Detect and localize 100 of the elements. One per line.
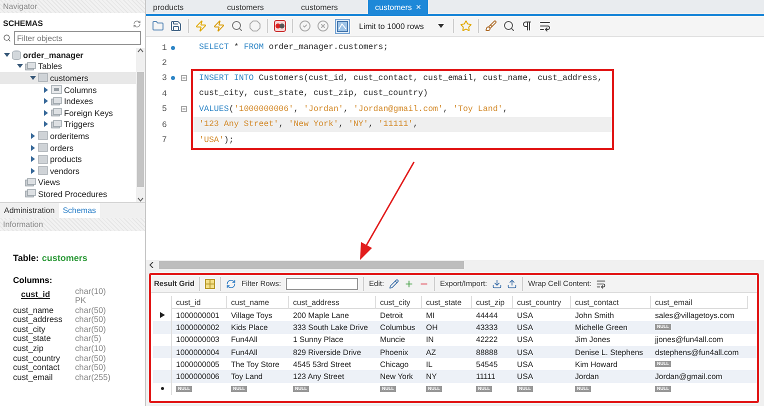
tree-label[interactable]: customers bbox=[50, 72, 88, 83]
search-icon bbox=[3, 34, 11, 42]
filter-rows-field[interactable] bbox=[286, 278, 358, 290]
tree-label[interactable]: Tables bbox=[38, 61, 62, 72]
folder-icon bbox=[25, 178, 36, 187]
tree-item[interactable]: order_manager bbox=[0, 49, 136, 61]
expander-icon[interactable] bbox=[4, 52, 10, 58]
pilcrow-icon[interactable] bbox=[520, 20, 533, 32]
line-number: 6 bbox=[160, 120, 167, 130]
folder-icon bbox=[25, 62, 36, 71]
edit-icon[interactable] bbox=[389, 278, 400, 288]
column-name: cust_address bbox=[13, 315, 64, 325]
column-type: char(10) bbox=[75, 344, 107, 354]
folder-icon bbox=[25, 189, 36, 198]
add-row-icon[interactable] bbox=[404, 278, 414, 288]
column-name: cust_country bbox=[13, 354, 62, 364]
expander-icon[interactable] bbox=[30, 74, 36, 81]
line-number: 2 bbox=[160, 58, 167, 68]
tree-item[interactable]: vendors bbox=[0, 164, 136, 177]
limit-select[interactable]: Limit to 1000 rows bbox=[356, 19, 447, 33]
tree-item[interactable]: Indexes bbox=[0, 95, 136, 107]
tree-item[interactable]: Columns bbox=[0, 84, 136, 96]
tab-label[interactable]: customers bbox=[227, 2, 264, 12]
column-name: cust_name bbox=[13, 306, 55, 316]
code-line: cust_city, cust_state, cust_zip, cust_country) bbox=[198, 88, 430, 100]
wrap-icon[interactable] bbox=[538, 20, 551, 32]
toggle-button[interactable] bbox=[335, 18, 350, 34]
close-icon[interactable]: × bbox=[416, 2, 422, 12]
editor-tab[interactable]: customers × bbox=[368, 0, 428, 14]
tree-item[interactable]: Stored Procedures bbox=[0, 188, 136, 200]
grid-icon[interactable] bbox=[205, 278, 216, 288]
section-title: SCHEMAS bbox=[3, 19, 44, 28]
refresh-icon[interactable] bbox=[133, 20, 141, 28]
panel-tab[interactable]: Administration bbox=[0, 202, 59, 218]
magnifier-icon[interactable] bbox=[231, 20, 243, 32]
tree-item[interactable]: orderitems bbox=[0, 130, 136, 142]
column-type: char(50) bbox=[75, 306, 107, 316]
star-icon[interactable] bbox=[460, 20, 472, 32]
folder-icon bbox=[51, 120, 62, 129]
line-number: 1 bbox=[160, 42, 167, 53]
code-line: INSERT INTO Customers(cust_id, cust_contact, cust_email, cust_name, cust_address, bbox=[198, 72, 604, 85]
tab-label[interactable]: customers bbox=[375, 2, 412, 12]
editor-tab[interactable]: customers bbox=[294, 0, 368, 14]
import-icon[interactable] bbox=[507, 278, 518, 288]
tree-label[interactable]: vendors bbox=[50, 166, 80, 176]
filter-field[interactable]: Filter objects bbox=[14, 31, 141, 45]
dropdown-caret-icon[interactable] bbox=[438, 24, 444, 28]
fold-icon[interactable] bbox=[180, 75, 186, 82]
wrap-icon[interactable] bbox=[596, 278, 606, 288]
toggle-icon[interactable] bbox=[274, 20, 286, 32]
tree-item[interactable]: Tables bbox=[0, 60, 136, 72]
tree-label[interactable]: order_manager bbox=[23, 50, 84, 60]
column-type: char(50) bbox=[75, 363, 107, 373]
tree-item[interactable]: Views bbox=[0, 176, 136, 188]
tree-label[interactable]: Views bbox=[38, 177, 60, 188]
info-label: Table: bbox=[13, 252, 39, 262]
code-line: 'USA'); bbox=[198, 134, 235, 147]
key-label: PK bbox=[75, 296, 86, 306]
scroll-left-icon[interactable] bbox=[149, 262, 154, 268]
save-icon[interactable] bbox=[170, 20, 182, 32]
panel-title: Navigator bbox=[3, 2, 38, 11]
tab-label[interactable]: customers bbox=[301, 2, 338, 12]
folder-icon[interactable] bbox=[152, 20, 164, 32]
code-line: SELECT * FROM order_manager.customers; bbox=[198, 42, 390, 54]
column-type: char(255) bbox=[75, 372, 112, 382]
tree-item[interactable]: Foreign Keys bbox=[0, 106, 136, 119]
tree-label[interactable]: Indexes bbox=[64, 96, 94, 106]
expander-icon[interactable] bbox=[17, 63, 23, 70]
tree-item[interactable]: Triggers bbox=[0, 118, 136, 130]
tree-item[interactable]: products bbox=[0, 153, 136, 165]
tree-label[interactable]: Foreign Keys bbox=[64, 108, 113, 118]
refresh-icon[interactable] bbox=[226, 278, 236, 288]
editor-tab[interactable]: products bbox=[146, 0, 220, 14]
tree-label[interactable]: products bbox=[50, 154, 82, 164]
column-name: cust_city bbox=[13, 324, 46, 334]
editor-tab[interactable]: customers bbox=[220, 0, 294, 14]
column-name: cust_state bbox=[13, 334, 52, 344]
tree-label[interactable]: Columns bbox=[64, 84, 97, 95]
column-type: char(50) bbox=[75, 354, 107, 364]
tree-label[interactable]: orders bbox=[50, 142, 74, 153]
scroll-down-icon[interactable] bbox=[137, 196, 144, 202]
tree-item[interactable]: customers bbox=[0, 72, 136, 84]
scrollbar[interactable] bbox=[136, 48, 145, 202]
column-type: char(50) bbox=[75, 324, 107, 334]
tree-label[interactable]: Triggers bbox=[64, 119, 94, 130]
column-name: cust_email bbox=[13, 372, 53, 382]
panel-tab[interactable]: Schemas bbox=[58, 202, 100, 218]
fold-icon[interactable] bbox=[180, 106, 186, 112]
export-icon[interactable] bbox=[492, 278, 502, 288]
scroll-up-icon[interactable] bbox=[137, 48, 144, 53]
search-icon[interactable] bbox=[502, 20, 515, 32]
tab-label[interactable]: products bbox=[153, 2, 184, 12]
tree-item[interactable]: orders bbox=[0, 142, 136, 154]
line-number: 5 bbox=[160, 104, 167, 114]
table-name: customers bbox=[42, 252, 88, 262]
brush-icon[interactable] bbox=[484, 20, 497, 32]
tree-label[interactable]: orderitems bbox=[50, 130, 90, 141]
column-name: cust_contact bbox=[13, 363, 61, 373]
tree-label[interactable]: Stored Procedures bbox=[38, 188, 108, 199]
check-circle-icon[interactable] bbox=[299, 20, 311, 32]
